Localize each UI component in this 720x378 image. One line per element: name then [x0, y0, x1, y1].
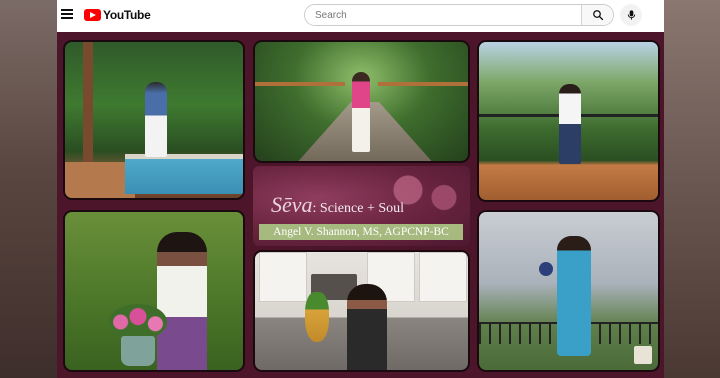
brand-script-logo: Sēva — [271, 192, 313, 217]
brand-title-panel: Sēva: Science + Soul Angel V. Shannon, M… — [253, 166, 470, 246]
right-backdrop — [664, 0, 720, 378]
presenter-name: Angel V. Shannon, MS, AGPCNP-BC — [273, 226, 449, 238]
video-thumbnail-collage[interactable]: Sēva: Science + Soul Angel V. Shannon, M… — [57, 32, 664, 378]
youtube-logo-text: YouTube — [103, 8, 151, 22]
youtube-logo[interactable]: YouTube — [84, 8, 151, 22]
search-icon — [592, 10, 603, 21]
voice-search-button[interactable] — [620, 4, 642, 26]
photo-tile-kettlebell-workout — [477, 210, 660, 372]
photo-tile-pool-patio — [63, 40, 245, 200]
photo-tile-suspension-bridge — [253, 40, 470, 163]
youtube-logo-icon — [84, 9, 101, 21]
menu-icon[interactable] — [61, 9, 73, 21]
photo-tile-forest-deck — [477, 40, 660, 202]
brand-tagline: : Science + Soul — [312, 201, 405, 216]
left-backdrop — [0, 0, 57, 378]
microphone-icon — [627, 10, 635, 20]
youtube-header: YouTube — [57, 0, 664, 32]
presenter-name-bar: Angel V. Shannon, MS, AGPCNP-BC — [259, 224, 463, 240]
watermark-badge — [634, 346, 652, 364]
photo-tile-kitchen — [253, 250, 470, 372]
photo-tile-flower-bouquet — [63, 210, 245, 372]
search-button[interactable] — [581, 5, 613, 25]
brand-title: Sēva: Science + Soul — [271, 192, 404, 218]
search-bar — [304, 4, 614, 26]
search-input[interactable] — [305, 5, 581, 25]
